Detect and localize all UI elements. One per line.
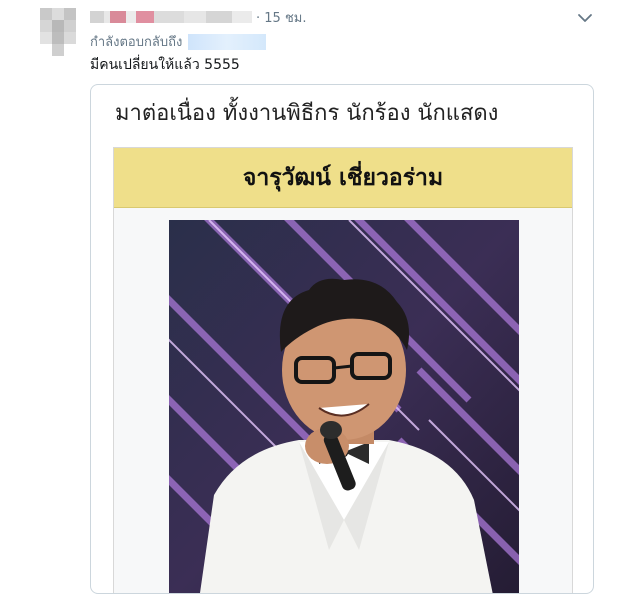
attached-image[interactable]: มาต่อเนื่อง ทั้งงานพิธีกร นักร้อง นักแสด…	[90, 84, 594, 594]
replying-to-label: กำลังตอบกลับถึง	[90, 35, 183, 50]
singer-photo	[169, 220, 519, 593]
tweet-header: · 15 ชม.	[90, 8, 306, 26]
tweet-time[interactable]: · 15 ชม.	[256, 7, 306, 28]
card-heading: มาต่อเนื่อง ทั้งงานพิธีกร นักร้อง นักแสด…	[115, 101, 499, 126]
tweet-text: มีคนเปลี่ยนให้แล้ว 5555	[90, 57, 240, 73]
chevron-down-icon[interactable]	[577, 10, 593, 24]
banner-title: จารุวัฒน์ เชี่ยวอร่าม	[242, 164, 444, 191]
replying-to: กำลังตอบกลับถึง	[90, 31, 267, 52]
tweet[interactable]: · 15 ชม. กำลังตอบกลับถึง มีคนเปลี่ยนให้แ…	[0, 0, 626, 601]
name-banner: จารุวัฒน์ เชี่ยวอร่าม	[114, 148, 572, 208]
replying-to-mention[interactable]	[188, 33, 267, 50]
profile-frame: จารุวัฒน์ เชี่ยวอร่าม	[113, 147, 573, 593]
author-name[interactable]	[90, 10, 252, 24]
avatar[interactable]	[38, 6, 78, 58]
